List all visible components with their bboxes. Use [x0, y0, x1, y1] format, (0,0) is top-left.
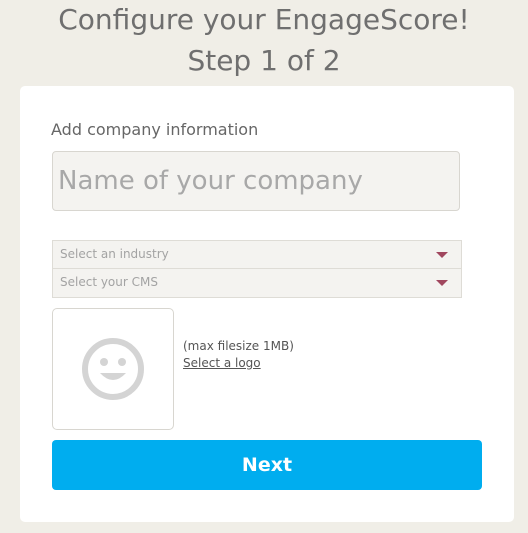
max-filesize-text: (max filesize 1MB) — [183, 339, 294, 353]
industry-select[interactable]: Select an industry — [52, 240, 462, 269]
cms-select[interactable]: Select your CMS — [52, 269, 462, 298]
section-label: Add company information — [51, 120, 259, 139]
company-name-input[interactable] — [52, 151, 460, 211]
page-title: Configure your EngageScore! — [58, 3, 470, 36]
industry-select-label: Select an industry — [60, 247, 169, 261]
step-indicator: Step 1 of 2 — [187, 44, 341, 77]
smiley-face-icon — [82, 338, 144, 400]
next-button[interactable]: Next — [52, 440, 482, 490]
cms-select-label: Select your CMS — [60, 275, 158, 289]
chevron-down-icon — [436, 280, 448, 286]
configuration-card: Add company information Select an indust… — [20, 86, 514, 522]
logo-upload-area[interactable] — [52, 308, 174, 430]
chevron-down-icon — [436, 252, 448, 258]
select-logo-link[interactable]: Select a logo — [183, 356, 261, 370]
